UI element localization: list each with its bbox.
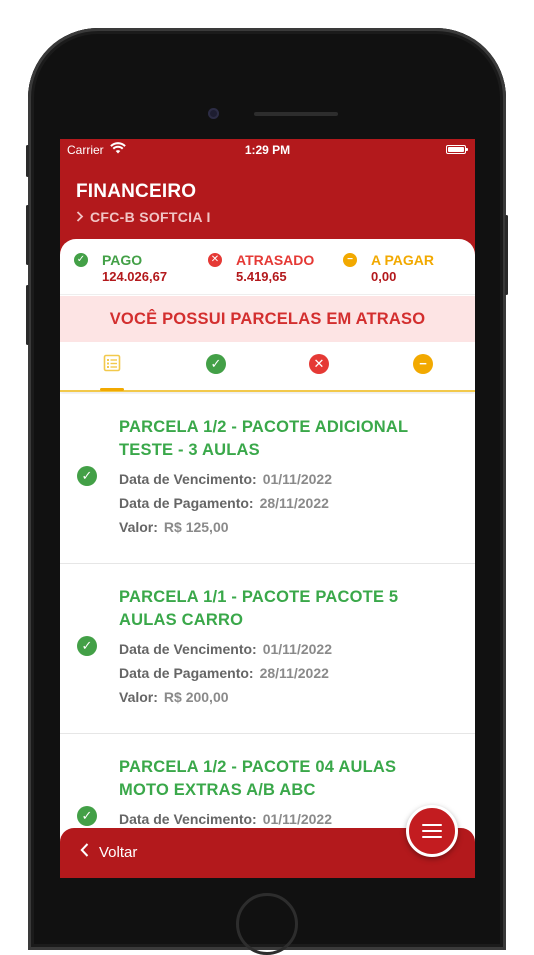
due-date-value: 01/11/2022 [262, 641, 332, 657]
volume-down-button [26, 285, 29, 345]
due-date-label: Data de Vencimento: [119, 471, 257, 487]
x-circle-icon: ✕ [208, 253, 222, 267]
installment-title: PARCELA 1/2 - PACOTE ADICIONAL TESTE - 3… [119, 418, 408, 459]
menu-fab-button[interactable] [406, 805, 458, 857]
value-label: Valor: [119, 519, 158, 535]
due-date-value: 01/11/2022 [262, 471, 332, 487]
overdue-alert-banner: VOCÊ POSSUI PARCELAS EM ATRASO [60, 296, 475, 342]
value-row: Valor: R$ 200,00 [119, 689, 229, 705]
financial-summary: ✓ PAGO 124.026,67 ✕ ATRASADO 5.419,65 − … [60, 239, 475, 295]
list-icon [103, 354, 121, 390]
minus-circle-icon: − [413, 354, 433, 374]
value-row: Valor: R$ 125,00 [119, 519, 229, 535]
check-circle-icon: ✓ [77, 636, 97, 656]
installment-title: PARCELA 1/1 - PACOTE PACOTE 5 AULAS CARR… [119, 588, 399, 629]
check-circle-icon: ✓ [74, 253, 88, 267]
paid-date-label: Data de Pagamento: [119, 495, 254, 511]
summary-value: 5.419,65 [236, 269, 287, 284]
summary-value: 124.026,67 [102, 269, 168, 284]
status-bar: Carrier 1:29 PM [60, 139, 475, 161]
summary-label: A PAGAR [371, 252, 434, 268]
minus-circle-icon: − [343, 253, 357, 267]
value-amount: R$ 125,00 [163, 519, 229, 535]
due-date-row: Data de Vencimento: 01/11/2022 [119, 811, 332, 827]
summary-label: PAGO [102, 252, 143, 268]
check-circle-icon: ✓ [77, 806, 97, 826]
paid-date-row: Data de Pagamento: 28/11/2022 [119, 665, 329, 681]
battery-icon [446, 145, 468, 154]
clock: 1:29 PM [244, 143, 291, 157]
company-selector[interactable]: CFC-B SOFTCIA I [76, 209, 211, 225]
value-amount: R$ 200,00 [163, 689, 229, 705]
installment-list[interactable]: PARCELA 1/2 - PACOTE ADICIONAL TESTE - 3… [60, 394, 475, 878]
due-date-row: Data de Vencimento: 01/11/2022 [119, 641, 332, 657]
tab-to-pay[interactable]: − [403, 354, 443, 390]
camera [208, 108, 219, 119]
list-item[interactable]: PARCELA 1/2 - PACOTE ADICIONAL TESTE - 3… [60, 394, 475, 564]
due-date-label: Data de Vencimento: [119, 811, 257, 827]
list-item[interactable]: PARCELA 1/1 - PACOTE PACOTE 5 AULAS CARR… [60, 564, 475, 734]
tab-paid[interactable]: ✓ [196, 354, 236, 390]
back-button[interactable]: Voltar [80, 843, 137, 862]
due-date-label: Data de Vencimento: [119, 641, 257, 657]
value-label: Valor: [119, 689, 158, 705]
summary-value: 0,00 [371, 269, 397, 284]
back-label: Voltar [99, 844, 138, 861]
x-circle-icon: ✕ [309, 354, 329, 374]
paid-date-row: Data de Pagamento: 28/11/2022 [119, 495, 329, 511]
paid-date-label: Data de Pagamento: [119, 665, 254, 681]
due-date-value: 01/11/2022 [262, 811, 332, 827]
volume-up-button [26, 205, 29, 265]
app-screen: Carrier 1:29 PM FINANCEIRO CFC-B SOFTCIA… [60, 139, 475, 878]
filter-tabs: ✓ ✕ − [60, 342, 475, 392]
tab-all[interactable] [92, 354, 132, 391]
speaker-grille [254, 112, 338, 116]
paid-date-value: 28/11/2022 [259, 495, 329, 511]
mute-switch [26, 145, 29, 177]
company-name: CFC-B SOFTCIA I [90, 209, 211, 225]
power-button [505, 215, 508, 295]
due-date-row: Data de Vencimento: 01/11/2022 [119, 471, 332, 487]
check-circle-icon: ✓ [77, 466, 97, 486]
chevron-right-icon [76, 210, 84, 225]
summary-label: ATRASADO [236, 252, 315, 268]
tab-overdue[interactable]: ✕ [299, 354, 339, 390]
menu-icon [422, 824, 442, 826]
page-title: FINANCEIRO [76, 181, 197, 202]
chevron-left-icon [80, 843, 89, 862]
check-circle-icon: ✓ [206, 354, 226, 374]
paid-date-value: 28/11/2022 [259, 665, 329, 681]
installment-title: PARCELA 1/2 - PACOTE 04 AULAS MOTO EXTRA… [119, 758, 397, 799]
home-button [236, 893, 298, 955]
